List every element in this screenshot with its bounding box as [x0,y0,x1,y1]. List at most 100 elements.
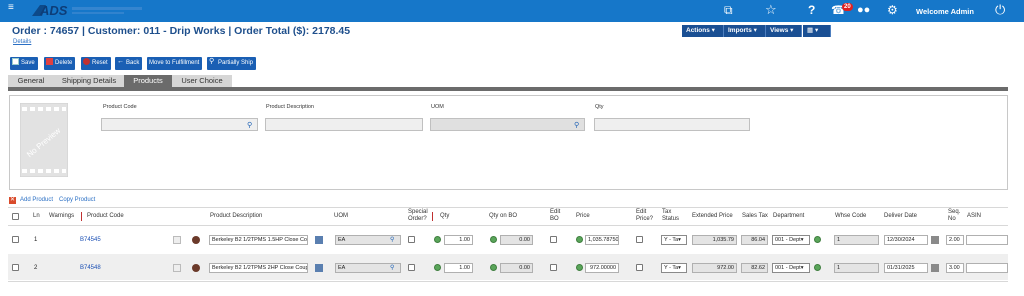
product-thumbnail-icon [173,236,181,244]
qty-input[interactable] [594,118,750,131]
pump-image-icon [192,264,200,272]
reset-button[interactable]: Reset [81,57,111,70]
column-price: Price [576,213,590,219]
deliver-date-field[interactable]: 01/31/2025 [884,263,928,273]
product-search-panel [9,95,1008,190]
share-icon[interactable]: ⧉ [724,4,733,17]
uom-label: UOM [431,104,444,110]
product-code-input[interactable] [101,118,258,131]
copy-product-link[interactable]: Copy Product [59,197,95,203]
price-field[interactable]: 972.00000 [585,263,619,273]
add-product-link[interactable]: Add Product [20,197,53,203]
column-divider [432,212,433,221]
qty-on-bo-edit-icon[interactable] [490,236,497,243]
department-select[interactable]: 001 - Dept▾ [772,235,810,245]
back-button[interactable]: ← Back [115,57,143,70]
delete-icon [46,58,53,66]
star-icon[interactable]: ☆ [765,3,777,16]
menu-icon[interactable]: ≡ [8,2,14,13]
users-icon[interactable]: ●● [857,4,870,17]
seq-no-field[interactable]: 3.00 [946,263,964,273]
deliver-date-field[interactable]: 12/30/2024 [884,235,928,245]
calendar-icon[interactable] [931,264,939,272]
department-edit-icon[interactable] [814,236,821,243]
actions-dropdown[interactable]: Actions ▾ [682,25,724,37]
product-description-field[interactable]: Berkeley B2 1/2TPMS 1.5HP Close Coupled [209,235,308,245]
search-icon[interactable]: ⚲ [574,121,579,129]
save-button[interactable]: Save [10,57,38,70]
column-special-order: Special Order? [408,209,428,222]
product-thumbnail-icon [173,264,181,272]
tax-status-select[interactable]: Y - Ta▾ [661,235,687,245]
grid-header-bottom-border [8,225,1008,226]
column-extended-price: Extended Price [692,213,733,219]
row-checkbox[interactable] [12,236,19,243]
column-ln: Ln [33,213,40,219]
details-link[interactable]: Details [13,39,31,45]
tab-general[interactable]: General [8,75,54,87]
qty-on-bo-field: 0.00 [500,263,533,273]
notes-icon[interactable] [315,236,323,244]
delete-button[interactable]: Delete [44,57,76,70]
tax-status-select[interactable]: Y - Ta▾ [661,263,687,273]
grid-bottom-border [8,281,1008,282]
help-icon[interactable]: ? [808,4,815,17]
price-edit-icon[interactable] [576,236,583,243]
edit-price-checkbox[interactable] [636,264,643,271]
column-product-code: Product Code [87,213,124,219]
row-checkbox[interactable] [12,264,19,271]
gear-icon[interactable]: ⚙ [887,4,898,17]
search-icon[interactable]: ⚲ [390,236,394,243]
imports-dropdown[interactable]: Imports ▾ [724,25,766,37]
power-icon[interactable]: ⏻ [995,3,1005,16]
search-icon[interactable]: ⚲ [247,121,252,129]
whse-code-field[interactable]: 1 [834,263,879,273]
asin-field[interactable] [966,263,1008,273]
qty-edit-icon[interactable] [434,236,441,243]
notes-icon[interactable] [315,264,323,272]
column-qty: Qty [440,213,450,219]
edit-bo-checkbox[interactable] [550,236,557,243]
edit-bo-checkbox[interactable] [550,264,557,271]
move-to-fulfillment-button[interactable]: Move to Fulfillment [147,57,203,70]
product-description-field[interactable]: Berkeley B2 1/2TPMS 2HP Close Coupled [209,263,308,273]
layout-dropdown[interactable]: ▦ ▾ [803,25,831,37]
asin-field[interactable] [966,235,1008,245]
column-edit-bo: Edit BO [550,209,561,222]
tab-shipping-details[interactable]: Shipping Details [54,75,124,87]
qty-label: Qty [595,104,604,110]
product-description-input[interactable] [265,118,423,131]
views-dropdown[interactable]: Views ▾ [766,25,802,37]
partially-ship-button[interactable]: ⚲ Partially Ship [207,57,257,70]
tab-divider [8,87,1008,91]
qty-on-bo-edit-icon[interactable] [490,264,497,271]
department-edit-icon[interactable] [814,264,821,271]
special-order-checkbox[interactable] [408,236,415,243]
select-all-checkbox[interactable] [12,213,19,220]
seq-no-field[interactable]: 2.00 [946,235,964,245]
grid-header-top-border [8,207,1008,208]
save-icon [12,58,19,66]
price-field[interactable]: 1,035.78750 [585,235,619,245]
special-order-checkbox[interactable] [408,264,415,271]
column-tax-status: Tax Status [662,209,680,222]
uom-input[interactable] [430,118,585,131]
tab-products[interactable]: Products [124,75,172,87]
calendar-icon[interactable] [931,236,939,244]
reset-icon [83,58,90,66]
search-icon[interactable]: ⚲ [390,264,394,271]
clear-icon[interactable]: ✕ [9,197,16,204]
qty-field[interactable]: 1.00 [444,263,473,273]
department-select[interactable]: 001 - Dept▾ [772,263,810,273]
whse-code-field[interactable]: 1 [834,235,879,245]
qty-field[interactable]: 1.00 [444,235,473,245]
qty-edit-icon[interactable] [434,264,441,271]
edit-price-checkbox[interactable] [636,236,643,243]
tab-user-choice[interactable]: User Choice [172,75,232,87]
product-code-link[interactable]: B74545 [80,237,101,243]
price-edit-icon[interactable] [576,264,583,271]
welcome-user-text[interactable]: Welcome Admin [916,7,974,16]
qty-on-bo-field: 0.00 [500,235,533,245]
product-code-link[interactable]: B74548 [80,265,101,271]
column-sales-tax: Sales Tax [742,213,768,219]
